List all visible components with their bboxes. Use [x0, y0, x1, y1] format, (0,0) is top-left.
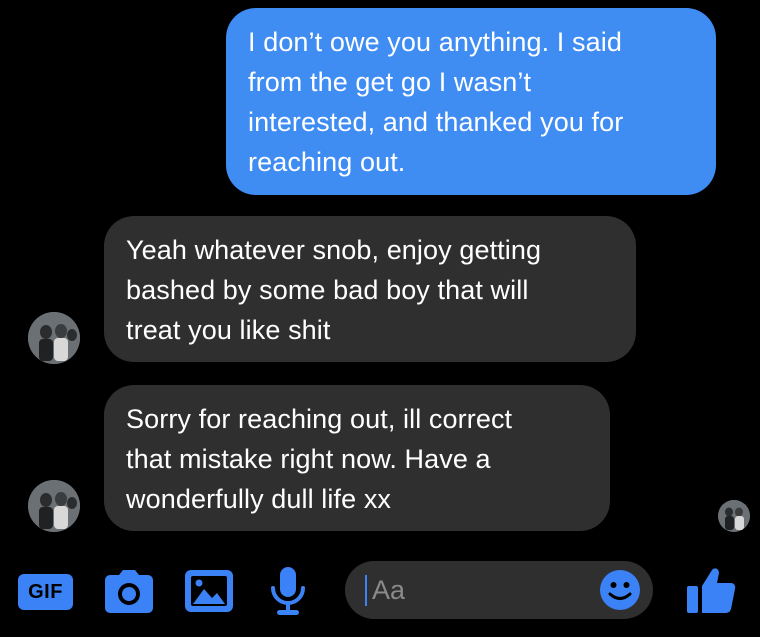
text-cursor — [365, 575, 367, 606]
message-input[interactable]: Aa — [345, 561, 653, 619]
received-message-bubble[interactable]: Sorry for reaching out, ill correct that… — [104, 385, 610, 531]
read-receipt-photo-icon — [718, 500, 750, 532]
avatar-photo-icon — [28, 480, 80, 532]
sent-message-bubble[interactable]: I don’t owe you anything. I said from th… — [226, 8, 716, 195]
emoji-icon[interactable] — [599, 569, 641, 611]
microphone-icon[interactable] — [268, 566, 308, 616]
avatar-photo-icon — [28, 312, 80, 364]
read-receipt-avatar — [718, 500, 750, 532]
photo-icon[interactable] — [184, 569, 234, 613]
gif-icon[interactable]: GIF — [18, 574, 73, 610]
received-message-bubble[interactable]: Yeah whatever snob, enjoy getting bashed… — [104, 216, 636, 362]
contact-avatar[interactable] — [28, 480, 80, 532]
contact-avatar[interactable] — [28, 312, 80, 364]
thumbs-up-icon[interactable] — [686, 566, 736, 614]
camera-icon[interactable] — [104, 568, 154, 614]
message-input-placeholder: Aa — [372, 575, 406, 605]
